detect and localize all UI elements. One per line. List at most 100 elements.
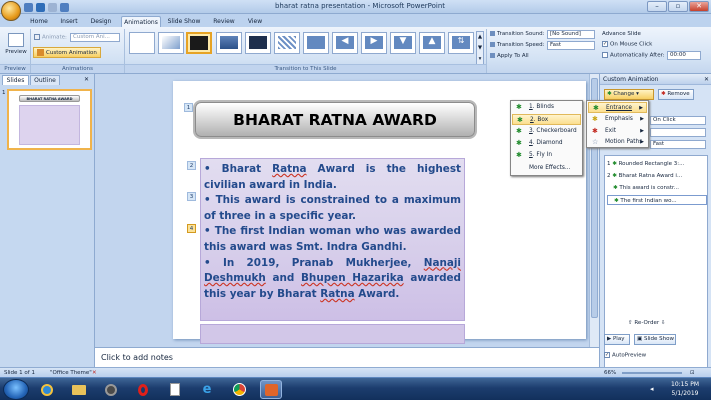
system-clock[interactable]: 10:15 PM 5/1/2019 xyxy=(665,380,705,398)
auto-after-input[interactable]: 00:00 xyxy=(667,51,701,60)
animation-tag-1[interactable]: 1 xyxy=(184,103,193,112)
tab-home[interactable]: Home xyxy=(28,16,50,27)
transition-speed-combo[interactable]: Fast xyxy=(547,41,595,50)
direction-combo[interactable] xyxy=(650,128,706,137)
animation-list-item-selected[interactable]: ✱ The first Indian wo... xyxy=(607,195,707,205)
maximize-button[interactable]: ▫ xyxy=(668,1,688,12)
play-button[interactable]: ▶ Play xyxy=(604,334,630,345)
custom-animation-button[interactable]: Custom Animation xyxy=(33,47,101,58)
close-button[interactable]: ✕ xyxy=(689,1,709,12)
transition-wipe[interactable] xyxy=(303,32,329,54)
zoom-slider[interactable] xyxy=(622,372,682,374)
transition-gallery-scroll[interactable]: ▲ ▼ ▾ xyxy=(476,31,484,65)
transition-dissolve[interactable] xyxy=(274,32,300,54)
menu-item-more-effects[interactable]: More Effects... xyxy=(512,163,581,174)
tab-slide-show[interactable]: Slide Show xyxy=(166,16,202,27)
animation-list-item[interactable]: 2 ✱ Bharat Ratna Award i... xyxy=(607,171,707,181)
motion-path-icon: ☆ xyxy=(592,138,599,146)
transition-fade-smoothly[interactable] xyxy=(158,32,184,54)
close-panel-icon[interactable]: ✕ xyxy=(84,76,89,83)
transition-sound-combo[interactable]: [No Sound] xyxy=(547,30,595,39)
transition-wipe-left[interactable]: ◀ xyxy=(332,32,358,54)
slide-show-button[interactable]: ▣ Slide Show xyxy=(634,334,676,345)
undo-icon[interactable] xyxy=(36,2,45,12)
tab-slides[interactable]: Slides xyxy=(2,75,29,85)
on-mouse-click-checkbox[interactable]: ✓ On Mouse Click xyxy=(602,41,652,48)
tab-design[interactable]: Design xyxy=(88,16,114,27)
ie-blue-taskbar-icon[interactable]: e xyxy=(196,380,218,399)
chrome-taskbar-icon[interactable] xyxy=(228,380,250,399)
thumb-title: BHARAT RATNA AWARD xyxy=(19,95,80,102)
animate-label: Animate: xyxy=(34,34,67,41)
entrance-effects-menu: ✱ 1. Blinds ✱ 2. Box ✱ 3. Checkerboard ✱ 4. … xyxy=(510,100,583,176)
ribbon: Preview Preview Animate: Custom Ani... C… xyxy=(0,27,711,74)
start-combo[interactable]: On Click xyxy=(650,116,706,125)
apply-to-all-button[interactable]: Apply To All xyxy=(490,53,529,59)
office-button[interactable] xyxy=(1,1,21,21)
remove-icon: ✱ xyxy=(661,91,666,97)
slide-body-text[interactable]: • Bharat Ratna Award is the highest civi… xyxy=(200,158,465,321)
custom-animation-title: Custom Animation ✕ xyxy=(600,74,711,85)
group-transition-label: Transition to This Slide xyxy=(125,64,486,73)
redo-icon[interactable] xyxy=(48,2,57,12)
animation-list[interactable]: 1 ✱ Rounded Rectangle 3:... 2 ✱ Bharat R… xyxy=(604,155,708,385)
animation-list-item[interactable]: 1 ✱ Rounded Rectangle 3:... xyxy=(607,159,707,169)
transition-fade-through-black[interactable] xyxy=(186,32,212,54)
entrance-star-icon: ✱ xyxy=(516,151,522,159)
explorer-taskbar-icon[interactable] xyxy=(68,380,90,399)
transition-wipe-up[interactable]: ▲ xyxy=(419,32,445,54)
tab-insert[interactable]: Insert xyxy=(57,16,81,27)
entrance-star-icon: ✱ xyxy=(516,139,522,147)
autopreview-checkbox[interactable]: ✓ AutoPreview xyxy=(604,352,646,359)
ie-taskbar-icon[interactable] xyxy=(36,380,58,399)
transition-wipe-right[interactable]: ▶ xyxy=(361,32,387,54)
tab-view[interactable]: View xyxy=(245,16,265,27)
menu-item-diamond[interactable]: ✱ 4. Diamond xyxy=(512,138,581,149)
transition-none[interactable] xyxy=(129,32,155,54)
close-pane-icon[interactable]: ✕ xyxy=(704,74,709,85)
menu-item-box[interactable]: ✱ 2. Box xyxy=(512,114,581,125)
tab-outline[interactable]: Outline xyxy=(30,75,60,85)
menu-item-fly-in[interactable]: ✱ 5. Fly In xyxy=(512,150,581,161)
slide-lower-box[interactable] xyxy=(200,324,465,344)
transition-sound-label: Transition Sound: xyxy=(490,31,545,37)
speed-combo[interactable]: Fast xyxy=(650,140,706,149)
media-player-taskbar-icon[interactable] xyxy=(100,380,122,399)
transition-split[interactable]: ⇅ xyxy=(448,32,474,54)
animation-list-item[interactable]: ✱ This award is constr... xyxy=(607,183,707,193)
transition-wipe-down[interactable]: ▼ xyxy=(390,32,416,54)
tab-review[interactable]: Review xyxy=(210,16,238,27)
transition-cut[interactable] xyxy=(216,32,242,54)
slide-title-box[interactable]: BHARAT RATNA AWARD xyxy=(195,102,475,137)
menu-item-entrance[interactable]: ✱ Entrance ▶ xyxy=(588,102,647,113)
menu-item-emphasis[interactable]: ✱ Emphasis ▶ xyxy=(588,114,647,125)
volume-icon[interactable]: ◂ xyxy=(650,385,654,393)
preview-button[interactable]: Preview xyxy=(4,30,28,62)
animation-tag-4[interactable]: 4 xyxy=(187,224,196,233)
menu-item-motion-paths[interactable]: ☆ Motion Paths ▶ xyxy=(588,137,647,148)
remove-effect-button[interactable]: ✱ Remove xyxy=(658,89,694,100)
document-taskbar-icon[interactable] xyxy=(164,380,186,399)
transition-cut-black[interactable] xyxy=(245,32,271,54)
opera-taskbar-icon[interactable] xyxy=(132,380,154,399)
start-button[interactable] xyxy=(3,379,29,400)
auto-after-checkbox[interactable]: Automatically After: xyxy=(602,52,665,59)
minimize-button[interactable]: – xyxy=(647,1,667,12)
animation-tag-2[interactable]: 2 xyxy=(187,161,196,170)
group-animations-label: Animations xyxy=(31,64,124,73)
slide-thumbnail[interactable]: BHARAT RATNA AWARD xyxy=(7,89,92,150)
tab-animations[interactable]: Animations xyxy=(121,16,161,27)
menu-item-checkerboard[interactable]: ✱ 3. Checkerboard xyxy=(512,126,581,137)
animate-combo[interactable]: Custom Ani... xyxy=(70,33,120,42)
reorder-control[interactable]: ⇧ Re-Order ⇩ xyxy=(626,319,666,330)
customize-qat-icon[interactable] xyxy=(60,2,69,12)
menu-item-exit[interactable]: ✱ Exit ▶ xyxy=(588,126,647,137)
exit-star-icon: ✱ xyxy=(592,127,598,135)
animation-tag-3[interactable]: 3 xyxy=(187,192,196,201)
slides-panel: Slides Outline ✕ 1 BHARAT RATNA AWARD xyxy=(0,74,95,367)
powerpoint-taskbar-icon[interactable] xyxy=(260,380,282,399)
menu-item-blinds[interactable]: ✱ 1. Blinds xyxy=(512,102,581,113)
change-effect-button[interactable]: ✱ Change ▾ xyxy=(604,89,654,100)
notes-pane[interactable]: Click to add notes xyxy=(95,347,599,367)
save-icon[interactable] xyxy=(24,2,33,12)
